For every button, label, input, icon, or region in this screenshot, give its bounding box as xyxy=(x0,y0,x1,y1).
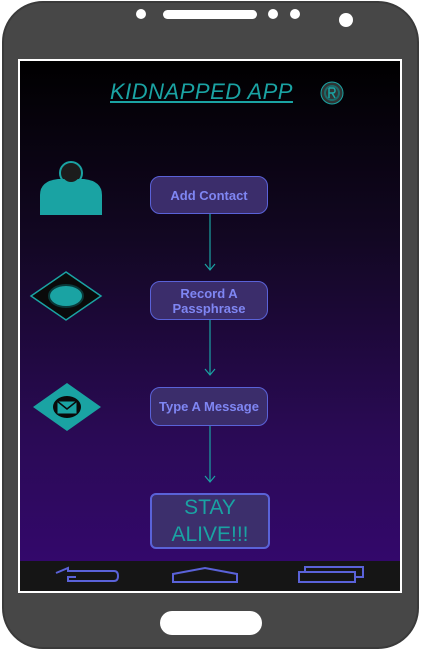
home-icon[interactable] xyxy=(170,566,240,584)
back-icon[interactable] xyxy=(54,566,120,584)
record-icon[interactable] xyxy=(29,270,103,322)
type-message-button[interactable]: Type A Message xyxy=(150,387,268,426)
app-screen: KIDNAPPED APP Add Contact Record A Passp… xyxy=(20,61,400,561)
stay-alive-button[interactable]: STAY ALIVE!!! xyxy=(150,493,270,549)
add-contact-button[interactable]: Add Contact xyxy=(150,176,268,214)
app-logo-icon xyxy=(320,81,344,105)
nav-bar xyxy=(20,561,400,591)
recent-apps-icon[interactable] xyxy=(297,564,367,584)
record-passphrase-button[interactable]: Record A Passphrase xyxy=(150,281,268,320)
app-title: KIDNAPPED APP xyxy=(110,79,293,104)
contact-person-icon xyxy=(40,161,102,215)
envelope-icon[interactable] xyxy=(31,381,103,433)
